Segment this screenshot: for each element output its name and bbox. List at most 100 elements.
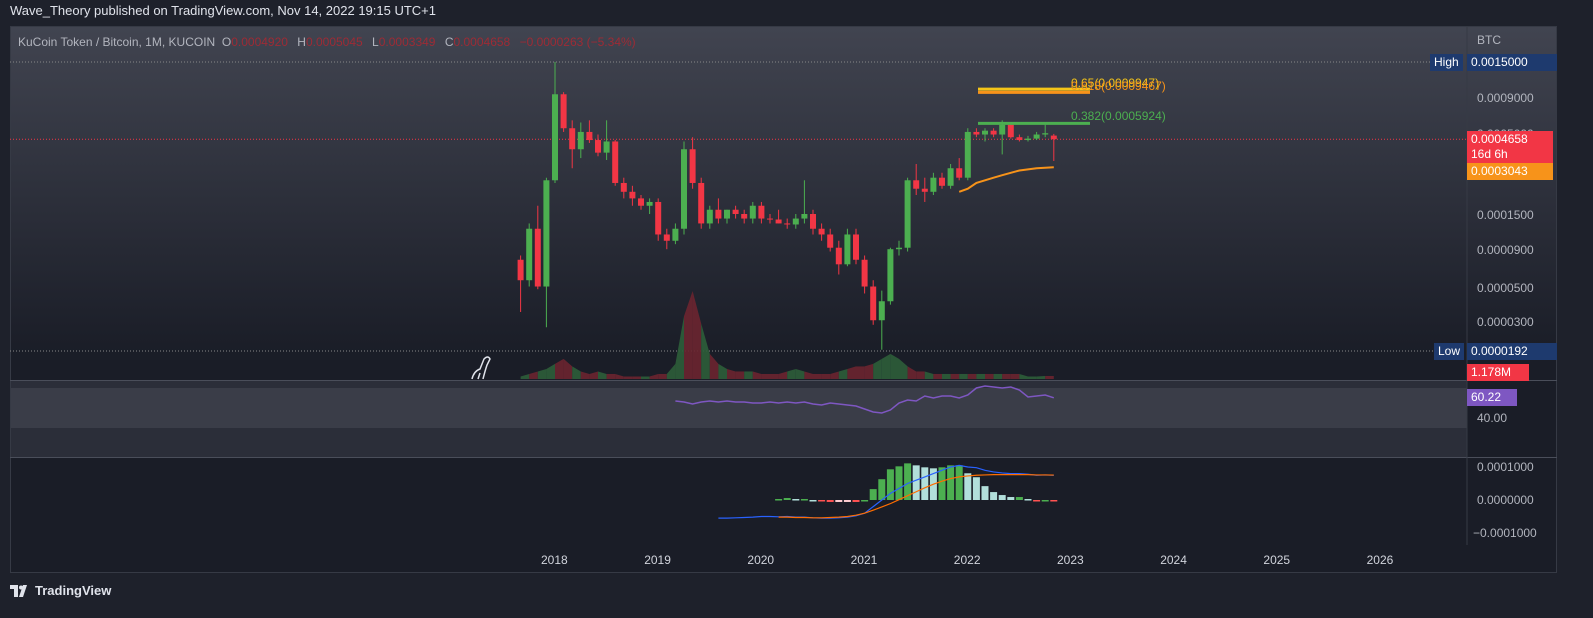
candle-body bbox=[663, 234, 670, 241]
rsi-tick: 40.00 bbox=[1477, 411, 1508, 425]
time-tick: 2023 bbox=[1057, 553, 1084, 567]
dino-icon bbox=[471, 356, 491, 380]
volume-segment bbox=[649, 373, 659, 379]
macd-histogram-bar bbox=[800, 499, 808, 501]
candle-body bbox=[1033, 134, 1040, 139]
macd-histogram-bar bbox=[1033, 500, 1041, 502]
candle-body bbox=[638, 198, 644, 206]
macd-histogram-bar bbox=[921, 467, 929, 500]
candle-body bbox=[1042, 133, 1049, 135]
macd-histogram-bar bbox=[990, 492, 998, 500]
volume-segment bbox=[967, 373, 977, 379]
time-tick: 2021 bbox=[850, 553, 878, 567]
candle-body bbox=[801, 214, 808, 219]
last-price: 0.0004658 bbox=[1471, 132, 1528, 146]
low-label: L bbox=[372, 35, 379, 49]
volume-segment bbox=[881, 353, 891, 379]
macd-histogram-bar bbox=[792, 499, 800, 501]
volume-segment bbox=[821, 373, 831, 379]
time-tick: 2022 bbox=[953, 553, 981, 567]
price-tick: 0.0000900 bbox=[1477, 243, 1534, 257]
volume-segment bbox=[804, 371, 813, 379]
candle-body bbox=[689, 149, 696, 183]
macd-histogram-bar bbox=[869, 489, 877, 500]
last-price-badge: 0.0004658 16d 6h bbox=[1467, 131, 1553, 166]
candle-body bbox=[982, 130, 988, 135]
candle-body bbox=[792, 218, 799, 225]
candle-body bbox=[990, 130, 997, 135]
candle-body bbox=[853, 234, 859, 260]
candle-body bbox=[870, 286, 877, 321]
candle-body bbox=[655, 201, 662, 235]
candle-body bbox=[767, 218, 773, 220]
candle-body bbox=[818, 228, 825, 235]
volume-segment bbox=[666, 363, 676, 379]
macd-histogram-bar bbox=[826, 500, 834, 502]
volume-segment bbox=[563, 358, 573, 379]
volume-segment bbox=[615, 373, 624, 379]
volume-segment bbox=[735, 371, 745, 379]
candle-body bbox=[861, 259, 868, 287]
macd-histogram-bar bbox=[818, 500, 826, 502]
candle-body bbox=[844, 234, 851, 265]
price-tick: 0.0000300 bbox=[1477, 315, 1534, 329]
volume-segment bbox=[641, 376, 650, 379]
volume-segment bbox=[770, 373, 779, 379]
candle-body bbox=[1007, 124, 1014, 138]
macd-histogram-bar bbox=[1050, 500, 1058, 502]
macd-histogram-bar bbox=[912, 465, 920, 500]
candle-body bbox=[1050, 135, 1057, 140]
tradingview-brand[interactable]: TradingView bbox=[10, 583, 111, 598]
volume-segment bbox=[933, 373, 942, 379]
candle-body bbox=[835, 247, 842, 265]
time-tick: 2020 bbox=[747, 553, 775, 567]
macd-histogram-bar bbox=[843, 500, 851, 502]
candle-body bbox=[569, 128, 576, 150]
candle-body bbox=[964, 131, 971, 178]
ema-badge: 0.0003043 bbox=[1467, 163, 1553, 180]
candle-body bbox=[534, 228, 541, 287]
candle-body bbox=[672, 228, 679, 241]
candle-body bbox=[646, 201, 653, 206]
volume-segment bbox=[623, 376, 633, 379]
candle-body bbox=[612, 141, 619, 183]
candle-body bbox=[921, 188, 928, 192]
candle-body bbox=[947, 168, 954, 186]
volume-segment bbox=[907, 366, 917, 379]
brand-name: TradingView bbox=[35, 583, 112, 598]
currency-label: BTC bbox=[1477, 33, 1501, 47]
macd-histogram-bar bbox=[938, 467, 946, 500]
volume-segment bbox=[856, 366, 865, 379]
volume-segment bbox=[692, 291, 702, 379]
volume-segment bbox=[572, 366, 581, 379]
time-tick: 2026 bbox=[1366, 553, 1394, 567]
volume-segment bbox=[838, 368, 848, 379]
macd-histogram-bar bbox=[878, 479, 886, 500]
macd-histogram-bar bbox=[1024, 499, 1032, 501]
volume-segment bbox=[830, 371, 839, 379]
symbol-legend: KuCoin Token / Bitcoin, 1M, KUCOIN O0.00… bbox=[18, 35, 642, 49]
volume-segment bbox=[598, 371, 607, 379]
macd-histogram-bar bbox=[1007, 497, 1015, 500]
volume-segment bbox=[537, 368, 547, 379]
candle-body bbox=[620, 182, 627, 192]
candle-body bbox=[887, 249, 894, 302]
macd-histogram-bar bbox=[861, 500, 869, 502]
time-tick: 2018 bbox=[541, 553, 568, 567]
macd-line bbox=[718, 464, 1054, 519]
candle-body bbox=[681, 149, 687, 229]
candle-body bbox=[724, 209, 730, 219]
rsi-band bbox=[11, 388, 1467, 428]
candle-body bbox=[956, 168, 963, 178]
time-tick: 2025 bbox=[1263, 553, 1291, 567]
candle-body bbox=[603, 141, 610, 153]
candle-body bbox=[999, 124, 1006, 135]
macd-histogram-bar bbox=[835, 500, 843, 502]
volume-segment bbox=[520, 373, 530, 379]
candle-body bbox=[741, 214, 748, 219]
volume-segment bbox=[1010, 373, 1020, 379]
candle-body bbox=[543, 180, 550, 287]
volume-segment bbox=[606, 373, 616, 379]
chart-canvas[interactable] bbox=[0, 0, 1593, 618]
volume-segment bbox=[787, 368, 796, 379]
